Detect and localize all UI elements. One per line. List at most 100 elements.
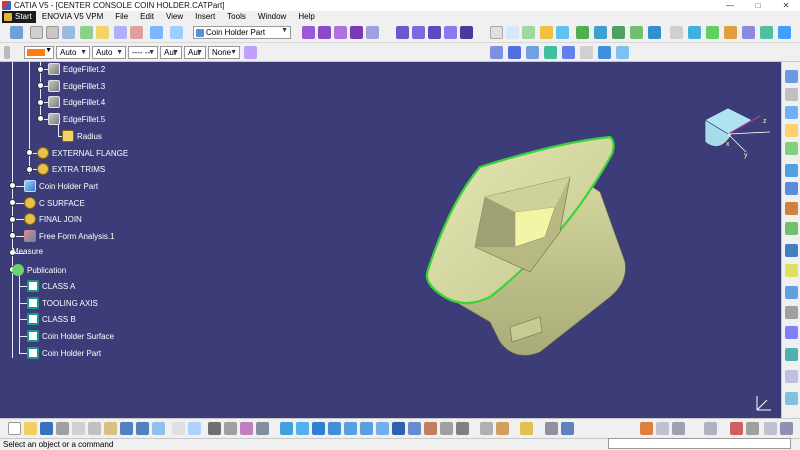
cutting-plane-icon[interactable] (785, 286, 798, 299)
open-icon[interactable] (24, 422, 37, 435)
tree-expander[interactable] (37, 66, 44, 73)
sketch-grid-icon[interactable] (545, 422, 558, 435)
knowledge-icon[interactable] (114, 26, 127, 39)
tree-item-coin-holder-part[interactable]: Coin Holder Part (24, 180, 98, 192)
menu-enovia[interactable]: ENOVIA V5 VPM (36, 11, 109, 23)
linetype-select[interactable]: ---- --- ▼ (128, 46, 158, 59)
tree-item-c-surface[interactable]: C SURFACE (24, 197, 85, 209)
boundary-icon[interactable] (544, 46, 557, 59)
projection-icon[interactable] (540, 26, 553, 39)
tree-item-final-join[interactable]: FINAL JOIN (24, 213, 82, 225)
update-all-icon[interactable] (256, 422, 269, 435)
healing-icon[interactable] (334, 26, 347, 39)
menu-start[interactable]: Start (2, 11, 36, 23)
axis-to-axis-icon[interactable] (760, 26, 773, 39)
spline-icon[interactable] (594, 26, 607, 39)
undo-icon[interactable] (30, 26, 43, 39)
zoom-out-icon[interactable] (360, 422, 373, 435)
layer-select[interactable]: None ▼ (208, 46, 240, 59)
grip-icon[interactable] (785, 88, 798, 101)
fly-mode-icon[interactable] (280, 422, 293, 435)
point-icon[interactable] (490, 26, 503, 39)
untrim-icon[interactable] (350, 26, 363, 39)
surface-icon[interactable] (785, 164, 798, 177)
tree-item-edgefillet-4[interactable]: EdgeFillet.4 (48, 96, 105, 108)
maximize-button[interactable]: □ (744, 0, 772, 11)
redo-icon[interactable] (136, 422, 149, 435)
swap-space-icon[interactable] (456, 422, 469, 435)
tree-item-measure[interactable]: Measure (12, 247, 43, 256)
knowledge-advisor-icon[interactable] (785, 370, 798, 383)
graphics-icon[interactable] (746, 422, 759, 435)
tree-item-publication[interactable]: Publication (12, 264, 66, 276)
scene-icon[interactable] (704, 422, 717, 435)
transparency-select[interactable]: Auto ▼ (56, 46, 90, 59)
tree-item-coin-holder-part-pub[interactable]: Coin Holder Part (27, 347, 101, 359)
sweep-icon[interactable] (428, 26, 441, 39)
fit-all-icon[interactable] (296, 422, 309, 435)
helix-icon[interactable] (612, 26, 625, 39)
rotate-view-icon[interactable] (328, 422, 341, 435)
tree-item-coin-holder-surface[interactable]: Coin Holder Surface (27, 330, 114, 342)
render-icon[interactable] (656, 422, 669, 435)
line-icon[interactable] (506, 26, 519, 39)
connect-curve-icon[interactable] (648, 26, 661, 39)
coin-holder-3d-model[interactable] (420, 132, 640, 362)
annotation-icon[interactable] (785, 124, 798, 137)
start-workbench-icon[interactable] (10, 26, 23, 39)
curvature-icon[interactable] (785, 222, 798, 235)
blend-icon[interactable] (460, 26, 473, 39)
rotate-icon[interactable] (688, 26, 701, 39)
parallel-curve-icon[interactable] (526, 46, 539, 59)
view-mode-icon[interactable] (480, 422, 493, 435)
scan-icon[interactable] (80, 26, 93, 39)
formula-f-icon[interactable] (172, 422, 185, 435)
tree-expander[interactable] (9, 216, 16, 223)
menu-view[interactable]: View (160, 11, 189, 23)
circle-icon[interactable] (576, 26, 589, 39)
point-symbol-select[interactable]: Aut ▼ (160, 46, 182, 59)
options-icon[interactable] (764, 422, 777, 435)
comment-icon[interactable] (188, 422, 201, 435)
sketch-icon[interactable] (490, 46, 503, 59)
snap-icon[interactable] (561, 422, 574, 435)
body-insert-icon[interactable] (150, 26, 163, 39)
tree-item-class-b[interactable]: CLASS B (27, 313, 76, 325)
table-icon[interactable] (208, 422, 221, 435)
measure-item-icon[interactable] (785, 326, 798, 339)
command-input[interactable] (608, 438, 791, 449)
settings-icon[interactable] (780, 422, 793, 435)
shading-icon[interactable] (424, 422, 437, 435)
trim-icon[interactable] (598, 46, 611, 59)
hide-show-icon[interactable] (440, 422, 453, 435)
paste-icon[interactable] (104, 422, 117, 435)
tree-expander[interactable] (26, 149, 33, 156)
axis-system-icon[interactable] (785, 106, 798, 119)
tree-item-extra-trims[interactable]: EXTRA TRIMS (37, 163, 105, 175)
rendering-style-select[interactable]: Aut ▼ (184, 46, 206, 59)
cut-icon[interactable] (72, 422, 85, 435)
stop-icon[interactable] (730, 422, 743, 435)
tree-expander[interactable] (9, 232, 16, 239)
surfacic-curvature-icon[interactable] (785, 264, 798, 277)
measure-between-icon[interactable] (785, 306, 798, 319)
tree-item-radius[interactable]: Radius (62, 130, 102, 142)
tree-item-class-a[interactable]: CLASS A (27, 280, 75, 292)
line-thickness-select[interactable]: Auto ▼ (92, 46, 126, 59)
menu-insert[interactable]: Insert (189, 11, 221, 23)
shape-fillet-icon[interactable] (580, 46, 593, 59)
apply-material-icon[interactable] (785, 392, 798, 405)
connect-checker-icon[interactable] (785, 202, 798, 215)
define-work-object-icon[interactable] (170, 26, 183, 39)
revolve-icon[interactable] (412, 26, 425, 39)
tree-expander[interactable] (26, 166, 33, 173)
tree-expander[interactable] (9, 182, 16, 189)
offset-icon[interactable] (508, 46, 521, 59)
tree-expander[interactable] (9, 199, 16, 206)
new-icon[interactable] (8, 422, 21, 435)
wireframe-icon[interactable] (785, 182, 798, 195)
color-picker[interactable]: ▼ (24, 46, 54, 59)
print-icon[interactable] (56, 422, 69, 435)
tree-item-external-flange[interactable]: EXTERNAL FLANGE (37, 147, 128, 159)
menu-window[interactable]: Window (252, 11, 292, 23)
